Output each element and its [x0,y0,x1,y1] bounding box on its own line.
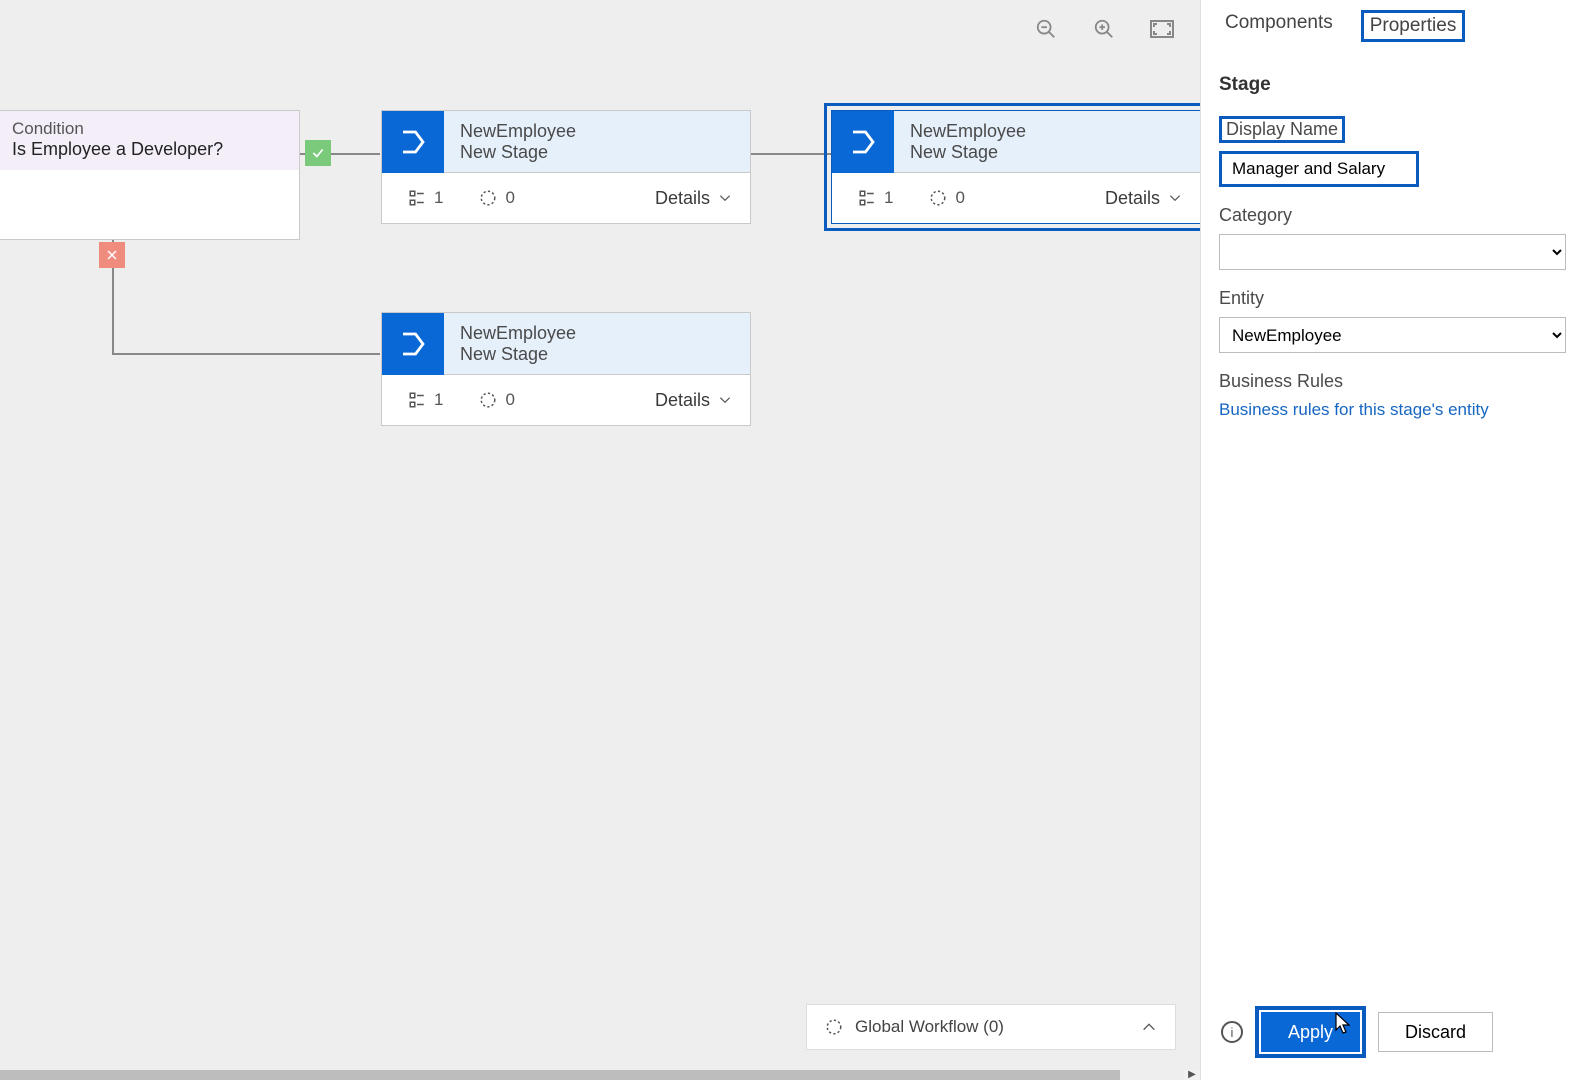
scrollbar-right-button[interactable]: ▶ [1184,1070,1200,1080]
tab-properties[interactable]: Properties [1361,10,1466,42]
condition-text: Is Employee a Developer? [12,139,287,160]
stage-card-3[interactable]: NewEmployee New Stage 1 0 Details [381,312,751,426]
connector [751,153,831,155]
branch-yes-icon [305,140,331,166]
trigger-count: 0 [479,188,514,208]
trigger-count: 0 [929,188,964,208]
category-select[interactable] [1219,234,1566,270]
stage-icon [382,313,444,375]
global-workflow-label: Global Workflow (0) [855,1017,1004,1037]
details-toggle[interactable]: Details [1105,188,1182,209]
display-name-input[interactable] [1219,151,1419,187]
properties-panel: Components Properties Stage Display Name… [1200,0,1584,1080]
stage-name: New Stage [910,142,1026,163]
stage-card-2[interactable]: NewEmployee New Stage 1 0 Details [831,110,1200,224]
discard-button[interactable]: Discard [1378,1012,1493,1052]
stage-name: New Stage [460,142,576,163]
business-rules-label: Business Rules [1219,371,1343,392]
fit-screen-icon[interactable] [1148,15,1176,43]
trigger-count: 0 [479,390,514,410]
chevron-down-icon [718,191,732,205]
chevron-up-icon [1141,1019,1157,1035]
zoom-in-icon[interactable] [1090,15,1118,43]
stage-name: New Stage [460,344,576,365]
apply-button[interactable]: Apply [1261,1012,1360,1052]
tab-components[interactable]: Components [1219,10,1339,42]
stage-entity: NewEmployee [460,121,576,142]
stage-entity: NewEmployee [460,323,576,344]
scrollbar-horizontal[interactable] [0,1070,1120,1080]
stage-entity: NewEmployee [910,121,1026,142]
workflow-icon [825,1018,843,1036]
details-toggle[interactable]: Details [655,390,732,411]
category-label: Category [1219,205,1292,226]
branch-no-icon [99,242,125,268]
stage-icon [832,111,894,173]
steps-count: 1 [858,188,893,208]
stage-card-1[interactable]: NewEmployee New Stage 1 0 Details [381,110,751,224]
chevron-down-icon [1168,191,1182,205]
condition-card[interactable]: Condition Is Employee a Developer? [0,110,300,240]
steps-count: 1 [408,390,443,410]
zoom-out-icon[interactable] [1032,15,1060,43]
info-icon[interactable]: i [1221,1021,1243,1043]
panel-section-title: Stage [1219,74,1566,96]
chevron-down-icon [718,393,732,407]
global-workflow-drawer[interactable]: Global Workflow (0) [806,1004,1176,1050]
details-toggle[interactable]: Details [655,188,732,209]
connector [112,353,380,355]
steps-count: 1 [408,188,443,208]
display-name-label: Display Name [1219,116,1345,143]
stage-icon [382,111,444,173]
entity-select[interactable]: NewEmployee [1219,317,1566,353]
condition-label: Condition [12,119,287,139]
entity-label: Entity [1219,288,1264,309]
business-rules-link[interactable]: Business rules for this stage's entity [1219,400,1566,420]
canvas-toolbar [1032,15,1176,43]
process-canvas[interactable]: Condition Is Employee a Developer? NewEm… [0,0,1200,1080]
